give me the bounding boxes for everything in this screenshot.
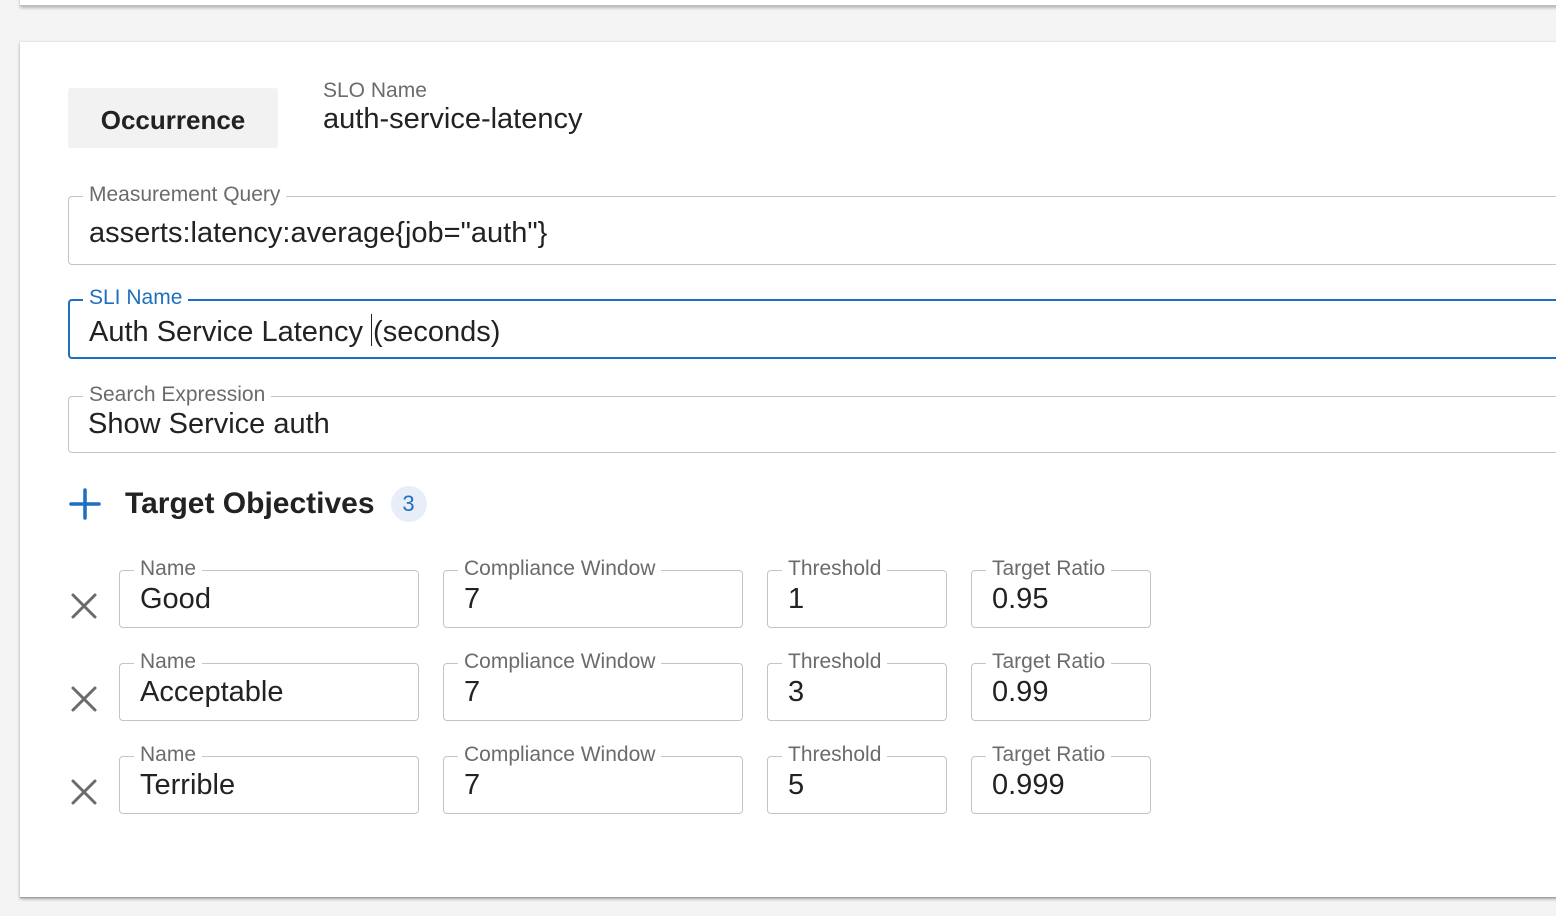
threshold-field[interactable]: Threshold 5 [767, 743, 947, 814]
threshold-label: Threshold [782, 743, 888, 767]
previous-card [20, 0, 1556, 6]
target-objectives-header: Target Objectives 3 [68, 482, 427, 526]
compliance-window-label: Compliance Window [458, 650, 662, 674]
objective-name-label: Name [134, 557, 203, 581]
target-ratio-field[interactable]: Target Ratio 0.999 [971, 743, 1151, 814]
target-ratio-value: 0.95 [992, 583, 1049, 615]
target-ratio-label: Target Ratio [986, 557, 1112, 581]
objective-name-label: Name [134, 650, 203, 674]
text-caret [371, 314, 373, 346]
threshold-value: 3 [788, 676, 805, 708]
target-ratio-value: 0.999 [992, 769, 1065, 801]
sli-name-text-after-caret: (seconds) [373, 316, 501, 348]
close-icon[interactable] [68, 776, 100, 808]
search-expression-value: Show Service auth [88, 408, 330, 440]
slo-type-chip[interactable]: Occurrence [68, 88, 278, 148]
objective-name-field[interactable]: Name Good [119, 557, 419, 628]
compliance-window-field[interactable]: Compliance Window 7 [443, 557, 743, 628]
plus-icon[interactable] [68, 487, 102, 521]
objective-row: Name Good Compliance Window 7 Threshold … [20, 557, 1220, 630]
threshold-value: 1 [788, 583, 805, 615]
measurement-query-field[interactable]: Measurement Query asserts:latency:averag… [68, 183, 1556, 265]
compliance-window-field[interactable]: Compliance Window 7 [443, 743, 743, 814]
compliance-window-value: 7 [464, 769, 481, 801]
target-ratio-label: Target Ratio [986, 650, 1112, 674]
compliance-window-label: Compliance Window [458, 557, 662, 581]
objective-row: Name Terrible Compliance Window 7 Thresh… [20, 743, 1220, 816]
sli-name-value: Auth Service Latency (seconds) [89, 314, 500, 349]
compliance-window-value: 7 [464, 583, 481, 615]
objective-name-value: Terrible [140, 769, 236, 801]
objective-row: Name Acceptable Compliance Window 7 Thre… [20, 650, 1220, 723]
search-expression-label: Search Expression [83, 383, 272, 407]
close-icon[interactable] [68, 590, 100, 622]
sli-name-text-before-caret: Auth Service Latency [89, 316, 364, 348]
threshold-field[interactable]: Threshold 1 [767, 557, 947, 628]
target-objectives-title: Target Objectives [125, 487, 375, 520]
objective-name-field[interactable]: Name Terrible [119, 743, 419, 814]
threshold-label: Threshold [782, 650, 888, 674]
threshold-value: 5 [788, 769, 805, 801]
slo-name-value: auth-service-latency [323, 103, 583, 135]
target-ratio-field[interactable]: Target Ratio 0.99 [971, 650, 1151, 721]
target-ratio-label: Target Ratio [986, 743, 1112, 767]
sli-name-field[interactable]: SLI Name Auth Service Latency (seconds) [68, 286, 1556, 359]
slo-name-label: SLO Name [323, 79, 427, 102]
measurement-query-label: Measurement Query [83, 183, 287, 207]
compliance-window-value: 7 [464, 676, 481, 708]
close-icon[interactable] [68, 683, 100, 715]
compliance-window-field[interactable]: Compliance Window 7 [443, 650, 743, 721]
objectives-count-badge: 3 [390, 486, 427, 522]
objective-name-value: Acceptable [140, 676, 284, 708]
objective-name-field[interactable]: Name Acceptable [119, 650, 419, 721]
slo-editor-card: Occurrence SLO Name auth-service-latency… [20, 42, 1556, 898]
target-ratio-value: 0.99 [992, 676, 1049, 708]
threshold-label: Threshold [782, 557, 888, 581]
search-expression-field[interactable]: Search Expression Show Service auth [68, 383, 1556, 453]
objective-name-value: Good [140, 583, 211, 615]
compliance-window-label: Compliance Window [458, 743, 662, 767]
target-ratio-field[interactable]: Target Ratio 0.95 [971, 557, 1151, 628]
objective-name-label: Name [134, 743, 203, 767]
threshold-field[interactable]: Threshold 3 [767, 650, 947, 721]
sli-name-label: SLI Name [83, 286, 189, 310]
measurement-query-value: asserts:latency:average{job="auth"} [89, 217, 548, 249]
